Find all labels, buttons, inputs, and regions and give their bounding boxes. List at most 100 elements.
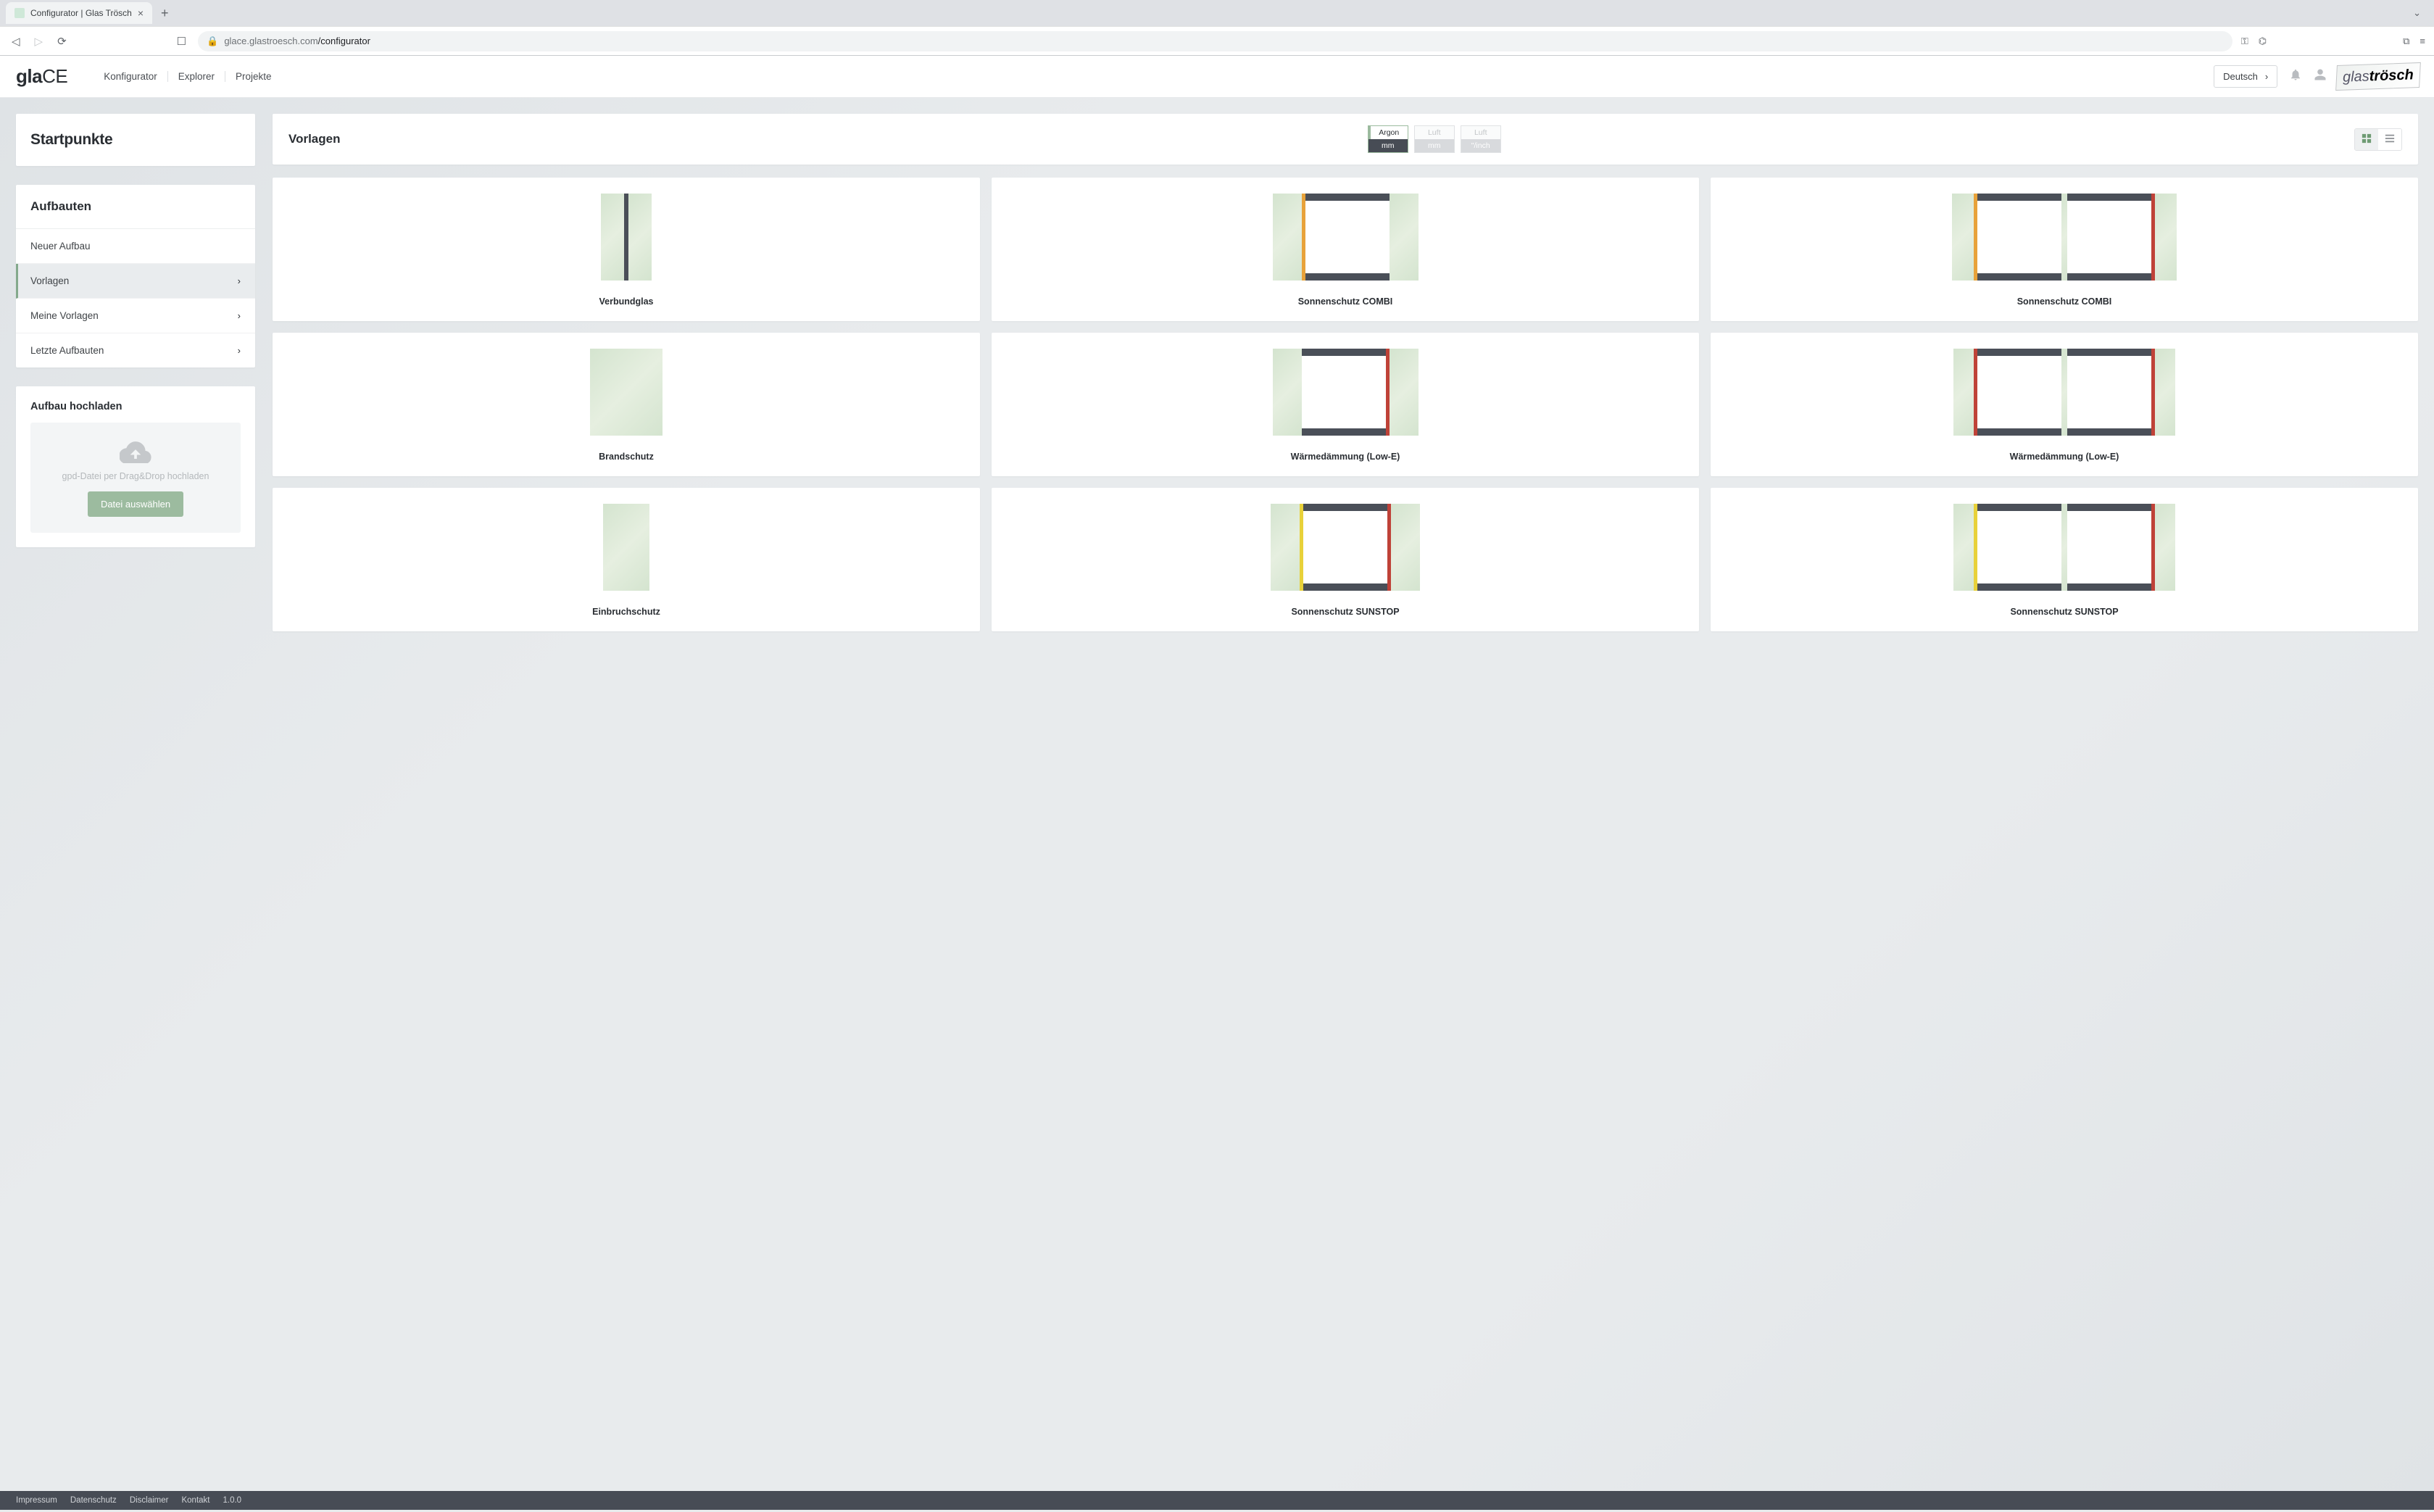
key-icon[interactable]: ⚿ [2241,36,2248,47]
template-card[interactable]: Sonnenschutz COMBI [992,178,1699,321]
favicon [14,8,25,18]
main-header: Vorlagen Argon mm Luft mm Luft "/inch [273,114,2418,165]
top-nav: Konfigurator Explorer Projekte [94,71,281,82]
menu-item-vorlagen[interactable]: Vorlagen › [16,264,255,299]
chevron-right-icon: › [238,345,241,356]
list-view-button[interactable] [2378,129,2401,150]
menu-item-label: Letzte Aufbauten [30,345,104,356]
menu-heading: Aufbauten [16,185,255,229]
card-title: Sonnenschutz SUNSTOP [1291,607,1399,617]
menu-item-letzte-aufbauten[interactable]: Letzte Aufbauten › [16,333,255,367]
template-card[interactable]: Sonnenschutz COMBI [1711,178,2418,321]
menu-item-label: Vorlagen [30,275,69,286]
footer-datenschutz[interactable]: Datenschutz [70,1496,117,1505]
footer-version: 1.0.0 [223,1496,241,1505]
footer: Impressum Datenschutz Disclaimer Kontakt… [0,1491,2434,1510]
startpunkte-panel: Startpunkte [16,114,255,166]
card-title: Wärmedämmung (Low-E) [2010,452,2119,462]
sidebar: Startpunkte Aufbauten Neuer Aufbau Vorla… [16,114,255,1462]
close-tab-icon[interactable]: × [138,7,144,19]
chevron-right-icon: › [238,275,241,286]
card-title: Verbundglas [599,296,653,307]
card-title: Wärmedämmung (Low-E) [1291,452,1400,462]
menu-item-label: Meine Vorlagen [30,310,99,321]
card-title: Sonnenschutz COMBI [1298,296,1393,307]
unit-bot: "/inch [1461,139,1500,152]
app-header: glaCE Konfigurator Explorer Projekte Deu… [0,56,2434,98]
upload-heading: Aufbau hochladen [30,401,241,412]
choose-file-button[interactable]: Datei auswählen [88,491,183,517]
template-card[interactable]: Sonnenschutz SUNSTOP [1711,488,2418,631]
chevron-right-icon: › [238,310,241,321]
unit-top: Luft [1461,126,1500,139]
template-card[interactable]: Wärmedämmung (Low-E) [1711,333,2418,476]
main-title: Vorlagen [288,132,340,146]
translate-icon[interactable]: ⌬ [2259,36,2267,47]
url-text: glace.glastroesch.com/configurator [224,36,370,46]
new-tab-button[interactable]: + [157,6,173,21]
app-logo[interactable]: glaCE [16,65,67,88]
unit-top: Luft [1415,126,1454,139]
card-title: Sonnenschutz COMBI [2017,296,2112,307]
grid-view-button[interactable] [2355,129,2378,150]
main-content: Vorlagen Argon mm Luft mm Luft "/inch [273,114,2418,1462]
aufbauten-menu: Aufbauten Neuer Aufbau Vorlagen › Meine … [16,185,255,367]
template-card[interactable]: Brandschutz [273,333,980,476]
glass-diagram [1721,191,2408,283]
back-button[interactable]: ◁ [9,32,23,51]
unit-bot: mm [1368,139,1408,152]
nav-konfigurator[interactable]: Konfigurator [94,71,168,82]
cloud-upload-icon [39,439,232,465]
template-card[interactable]: Einbruchschutz [273,488,980,631]
dropzone-hint: gpd-Datei per Drag&Drop hochladen [39,471,232,481]
install-app-icon[interactable]: ⧉ [2403,36,2409,47]
view-toggle [2354,128,2402,151]
startpunkte-title: Startpunkte [30,131,241,149]
unit-top: Argon [1368,126,1408,139]
upload-dropzone[interactable]: gpd-Datei per Drag&Drop hochladen Datei … [30,423,241,533]
unit-luft-inch[interactable]: Luft "/inch [1461,125,1501,153]
menu-item-label: Neuer Aufbau [30,241,91,252]
menu-item-meine-vorlagen[interactable]: Meine Vorlagen › [16,299,255,333]
glass-diagram [283,346,970,439]
unit-luft-mm[interactable]: Luft mm [1414,125,1455,153]
nav-projekte[interactable]: Projekte [225,71,282,82]
tab-title: Configurator | Glas Trösch [30,8,132,18]
upload-panel: Aufbau hochladen gpd-Datei per Drag&Drop… [16,386,255,547]
tabs-overflow-icon[interactable]: ⌄ [2406,7,2428,19]
glass-diagram [283,191,970,283]
browser-tab[interactable]: Configurator | Glas Trösch × [6,2,152,24]
unit-argon-mm[interactable]: Argon mm [1368,125,1408,153]
browser-menu-icon[interactable]: ≡ [2420,36,2425,46]
language-label: Deutsch [2223,71,2258,82]
company-logo[interactable]: glaströsch [2338,65,2419,88]
template-card[interactable]: Wärmedämmung (Low-E) [992,333,1699,476]
card-title: Sonnenschutz SUNSTOP [2010,607,2118,617]
unit-bot: mm [1415,139,1454,152]
card-title: Brandschutz [599,452,654,462]
glass-diagram [1721,346,2408,439]
user-icon[interactable] [2314,68,2327,85]
lock-icon: 🔒 [207,36,218,47]
glass-diagram [283,501,970,594]
menu-item-neuer-aufbau[interactable]: Neuer Aufbau [16,229,255,264]
template-card[interactable]: Sonnenschutz SUNSTOP [992,488,1699,631]
glass-diagram [1002,501,1689,594]
language-selector[interactable]: Deutsch › [2214,65,2277,88]
bookmark-icon[interactable]: ☐ [174,32,189,51]
forward-button: ▷ [32,32,46,51]
bell-icon[interactable] [2289,68,2302,85]
unit-toggle-group: Argon mm Luft mm Luft "/inch [1368,125,1501,153]
nav-explorer[interactable]: Explorer [168,71,225,82]
glass-diagram [1002,346,1689,439]
footer-disclaimer[interactable]: Disclaimer [130,1496,169,1505]
template-grid: Verbundglas Sonnenschutz COMBI [273,178,2418,631]
reload-button[interactable]: ⟳ [54,32,70,51]
footer-impressum[interactable]: Impressum [16,1496,57,1505]
footer-kontakt[interactable]: Kontakt [181,1496,209,1505]
glass-diagram [1721,501,2408,594]
chevron-right-icon: › [2265,71,2268,82]
template-card[interactable]: Verbundglas [273,178,980,321]
address-bar[interactable]: 🔒 glace.glastroesch.com/configurator [198,31,2232,51]
glass-diagram [1002,191,1689,283]
